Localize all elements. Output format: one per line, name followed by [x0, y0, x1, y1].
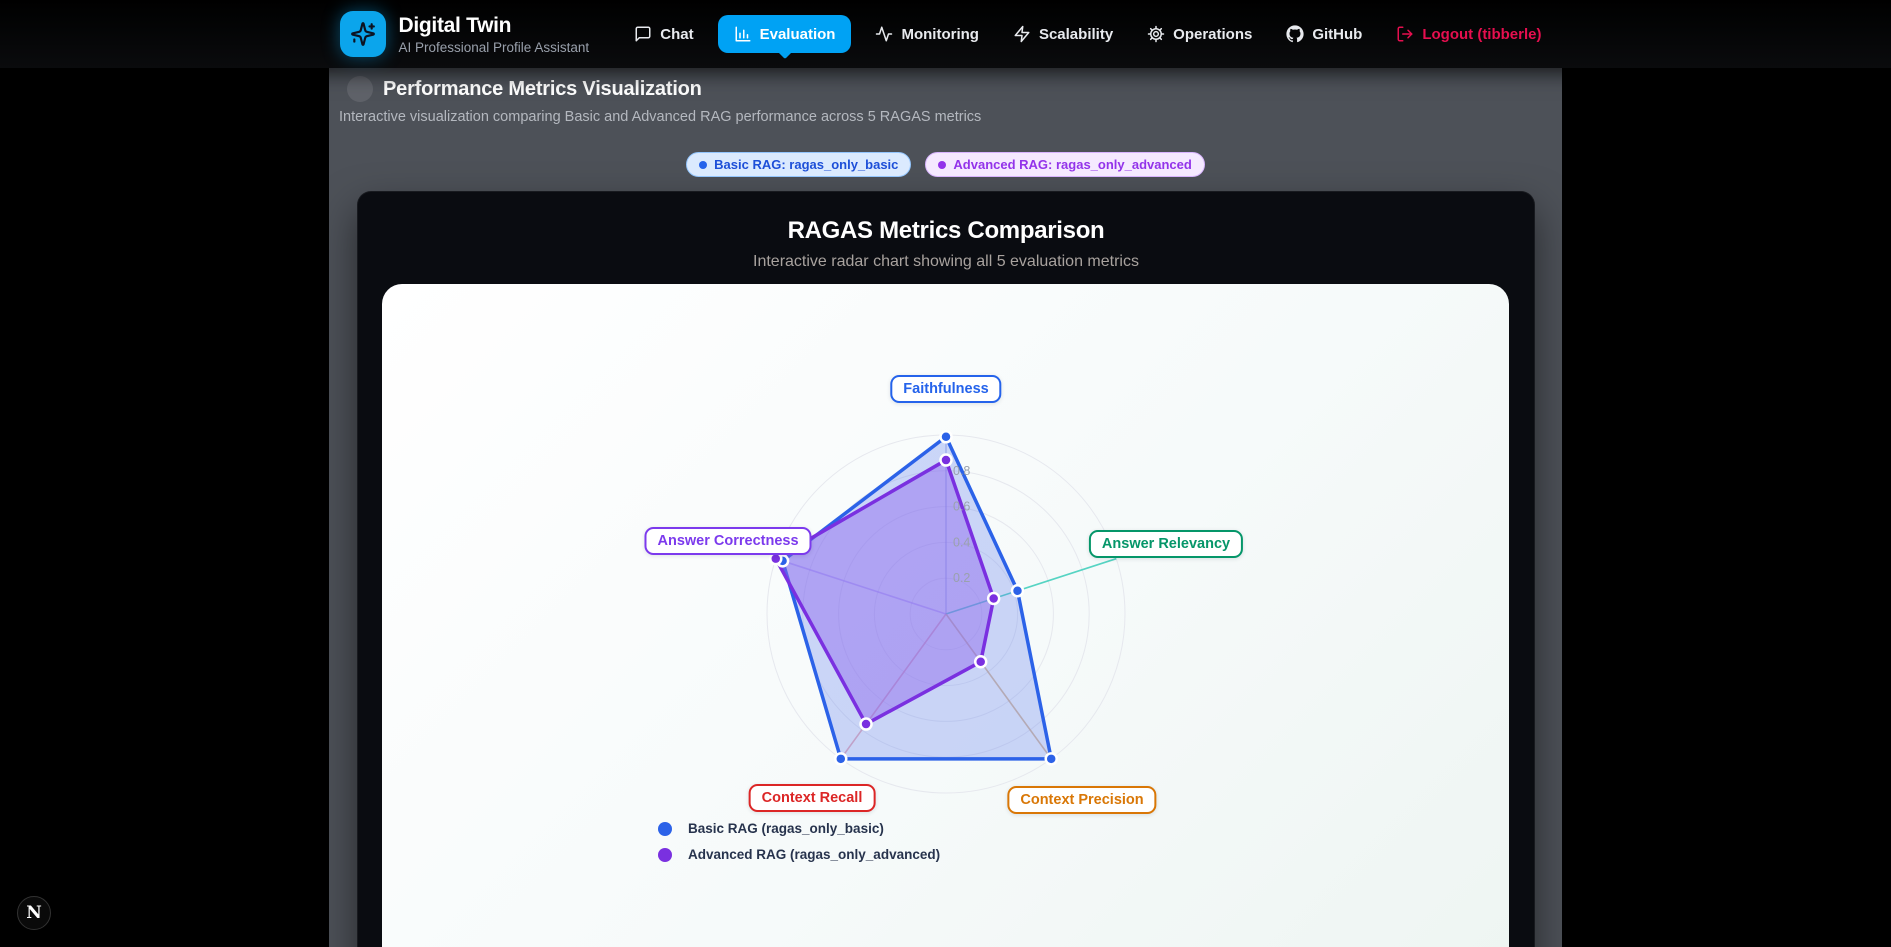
- logout-label: Logout (tibberle): [1422, 26, 1541, 43]
- nav-item-label: Scalability: [1039, 26, 1113, 43]
- zap-icon: [1013, 25, 1031, 43]
- radar-chart-panel: 0.2 0.4 0.6 0.8 Faithfulness Answer Relevan…: [382, 284, 1509, 947]
- app-logo: [340, 11, 386, 57]
- chart-legend: Basic RAG (ragas_only_basic) Advanced RA…: [658, 821, 940, 862]
- bar-chart-icon: [734, 25, 752, 43]
- legend-label: Basic RAG (ragas_only_basic): [688, 821, 884, 836]
- axis-label-faithfulness[interactable]: Faithfulness: [890, 375, 1001, 403]
- page-title: Performance Metrics Visualization: [383, 78, 702, 101]
- legend-item-advanced: Advanced RAG (ragas_only_advanced): [658, 847, 940, 862]
- github-icon: [1286, 25, 1304, 43]
- app-subtitle: AI Professional Profile Assistant: [399, 40, 590, 55]
- app-title: Digital Twin: [399, 14, 590, 38]
- svg-text:0.2: 0.2: [953, 571, 970, 585]
- chat-icon: [634, 25, 652, 43]
- badge-dot: [938, 161, 946, 169]
- chart-title: RAGAS Metrics Comparison: [358, 217, 1534, 245]
- nextjs-dev-indicator[interactable]: N: [17, 896, 51, 930]
- svg-text:0.6: 0.6: [953, 500, 970, 514]
- badge-dot: [699, 161, 707, 169]
- nav-item-label: Chat: [660, 26, 693, 43]
- nav-item-scalability[interactable]: Scalability: [1003, 17, 1123, 51]
- logout-button[interactable]: Logout (tibberle): [1386, 17, 1551, 51]
- axis-label-answer-correctness[interactable]: Answer Correctness: [644, 527, 811, 555]
- top-nav: Digital Twin AI Professional Profile Ass…: [0, 0, 1891, 68]
- nav-item-label: GitHub: [1312, 26, 1362, 43]
- badge-label: Advanced RAG: ragas_only_advanced: [953, 157, 1191, 172]
- nav-menu: Chat Evaluation Monitoring Scalability: [624, 15, 1551, 53]
- nav-item-label: Evaluation: [760, 26, 836, 43]
- activity-icon: [875, 25, 893, 43]
- axis-label-context-recall[interactable]: Context Recall: [749, 784, 876, 812]
- legend-dot-advanced: [658, 848, 672, 862]
- gear-icon: [1147, 25, 1165, 43]
- svg-text:0.8: 0.8: [953, 464, 970, 478]
- nav-item-monitoring[interactable]: Monitoring: [865, 17, 988, 51]
- badge-advanced-rag: Advanced RAG: ragas_only_advanced: [925, 152, 1204, 177]
- legend-item-basic: Basic RAG (ragas_only_basic): [658, 821, 940, 836]
- svg-text:0.4: 0.4: [953, 535, 970, 549]
- nav-item-operations[interactable]: Operations: [1137, 17, 1262, 51]
- axis-label-context-precision[interactable]: Context Precision: [1007, 786, 1156, 814]
- sparkles-icon: [350, 21, 376, 47]
- badge-basic-rag: Basic RAG: ragas_only_basic: [686, 152, 911, 177]
- nav-item-label: Monitoring: [901, 26, 978, 43]
- legend-label: Advanced RAG (ragas_only_advanced): [688, 847, 940, 862]
- badge-label: Basic RAG: ragas_only_basic: [714, 157, 898, 172]
- content-area: Performance Metrics Visualization Intera…: [329, 68, 1562, 947]
- section-icon: [347, 76, 373, 102]
- brand: Digital Twin AI Professional Profile Ass…: [340, 11, 590, 57]
- logout-icon: [1396, 25, 1414, 43]
- nav-item-github[interactable]: GitHub: [1276, 17, 1372, 51]
- experiment-badges: Basic RAG: ragas_only_basic Advanced RAG…: [329, 152, 1562, 177]
- legend-dot-basic: [658, 822, 672, 836]
- nav-item-label: Operations: [1173, 26, 1252, 43]
- nav-item-evaluation[interactable]: Evaluation: [718, 15, 852, 53]
- chart-subtitle: Interactive radar chart showing all 5 ev…: [358, 253, 1534, 271]
- axis-label-answer-relevancy[interactable]: Answer Relevancy: [1089, 530, 1243, 558]
- page-subtitle: Interactive visualization comparing Basi…: [339, 109, 1552, 125]
- dev-indicator-label: N: [26, 903, 42, 923]
- chart-card: RAGAS Metrics Comparison Interactive rad…: [357, 191, 1535, 947]
- nav-item-chat[interactable]: Chat: [624, 17, 703, 51]
